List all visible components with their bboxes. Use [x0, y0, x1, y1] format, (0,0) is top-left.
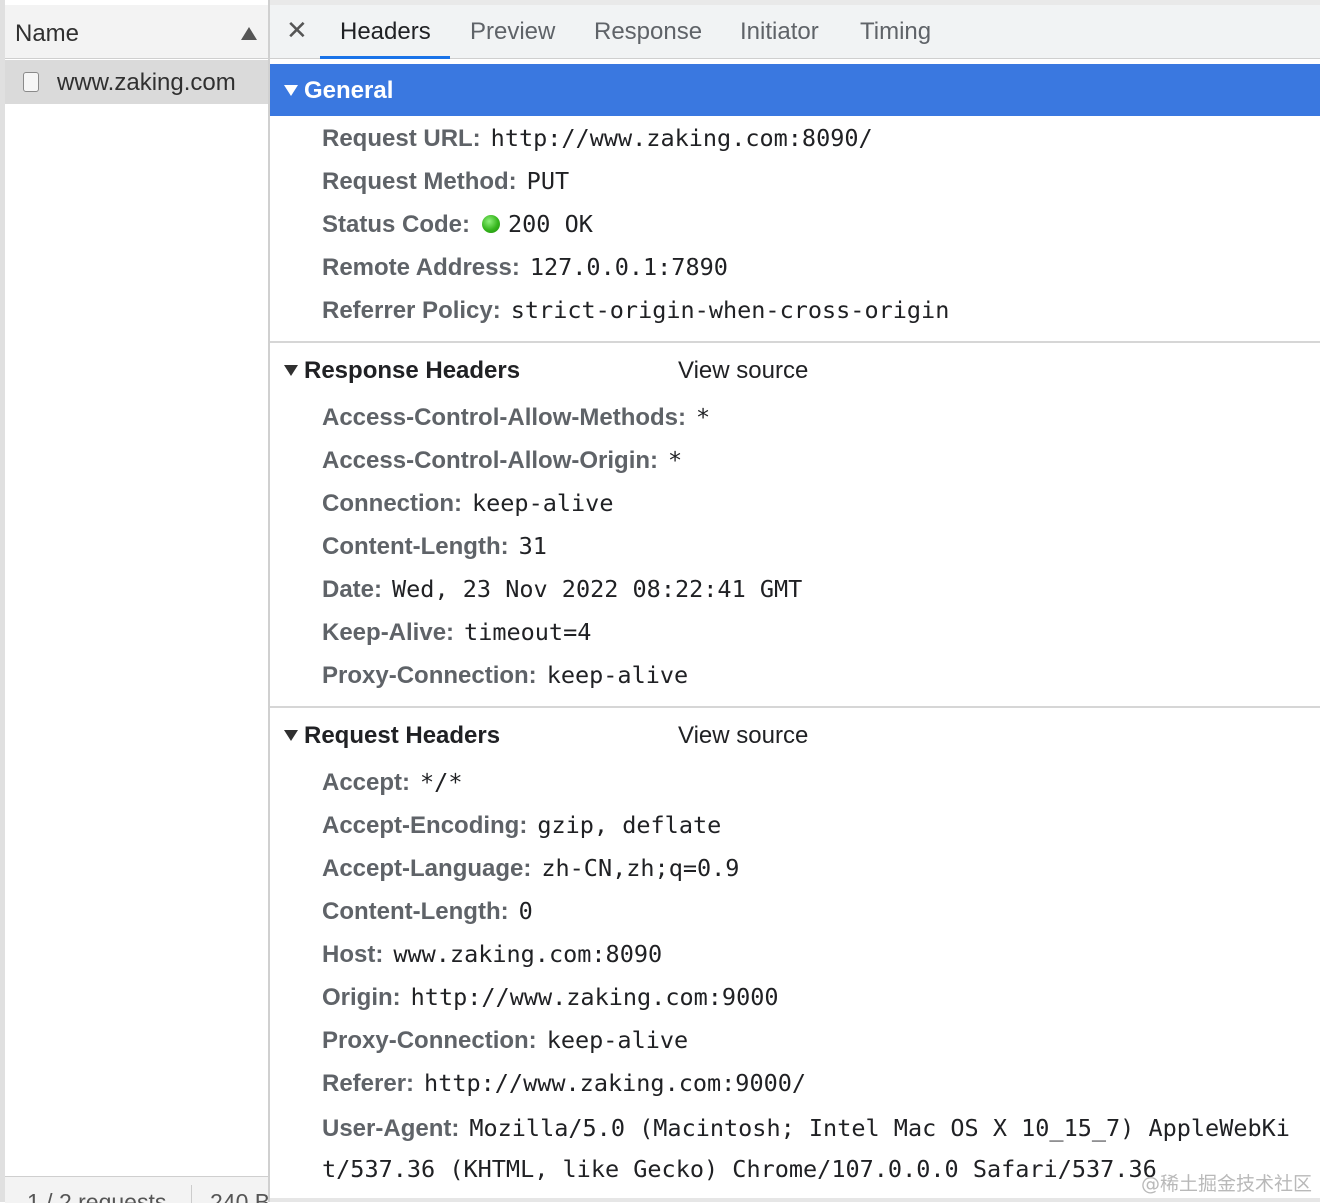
header-value: timeout=4: [464, 618, 592, 646]
status-ok-icon: [482, 215, 501, 233]
expand-triangle-icon: [284, 730, 298, 741]
header-row-request-url: Request URL: http://www.zaking.com:8090/: [322, 124, 873, 158]
header-row-remote-address: Remote Address: 127.0.0.1:7890: [322, 253, 728, 287]
header-value: *: [696, 403, 711, 431]
request-header-row: Referer: http://www.zaking.com:9000/: [322, 1069, 806, 1103]
requests-count: 1 / 2 requests: [27, 1189, 167, 1203]
header-name: Host:: [322, 941, 384, 968]
requests-panel: Name www.zaking.com 1 / 2 requests 240 B: [0, 0, 270, 1203]
header-value: 31: [518, 532, 547, 560]
request-header-row: Accept-Language: zh-CN,zh;q=0.9: [322, 854, 739, 888]
request-header-row: Accept: */*: [322, 768, 462, 802]
header-value: www.zaking.com:8090: [393, 940, 663, 968]
header-name: Accept:: [322, 769, 411, 796]
footer-divider: [191, 1185, 192, 1203]
header-name: Accept-Language:: [322, 855, 532, 882]
header-value: *: [668, 446, 683, 474]
watermark: @稀土掘金技术社区: [1140, 1173, 1312, 1195]
name-column-header[interactable]: Name: [5, 5, 268, 59]
tab-timing[interactable]: Timing: [860, 18, 931, 46]
request-header-row: Origin: http://www.zaking.com:9000: [322, 983, 779, 1017]
header-name: Connection:: [322, 490, 462, 517]
header-name: Request URL:: [322, 125, 481, 152]
response-header-row: Access-Control-Allow-Methods: *: [322, 403, 710, 437]
request-header-row: Accept-Encoding: gzip, deflate: [322, 811, 721, 845]
tab-preview[interactable]: Preview: [470, 18, 555, 46]
header-row-referrer-policy: Referrer Policy: strict-origin-when-cross…: [322, 296, 949, 330]
header-value: http://www.zaking.com:8090/: [490, 124, 873, 152]
tab-response[interactable]: Response: [594, 18, 702, 46]
view-source-link[interactable]: View source: [678, 357, 808, 385]
request-headers-title: Request Headers: [304, 722, 501, 749]
tab-headers[interactable]: Headers: [340, 18, 431, 46]
header-value: keep-alive: [546, 661, 689, 689]
header-value: 200 OK: [508, 210, 593, 238]
view-source-link[interactable]: View source: [678, 722, 808, 750]
header-name: Date:: [322, 576, 383, 603]
header-value: 0: [518, 897, 533, 925]
request-header-row: Host: www.zaking.com:8090: [322, 940, 662, 974]
header-name: Remote Address:: [322, 254, 520, 281]
general-section-header[interactable]: General: [270, 64, 1320, 116]
request-header-row: Content-Length: 0: [322, 897, 533, 931]
header-name: Content-Length:: [322, 898, 509, 925]
header-row-request-method: Request Method: PUT: [322, 167, 569, 201]
header-value: PUT: [526, 167, 570, 195]
request-header-row: Proxy-Connection: keep-alive: [322, 1026, 688, 1060]
header-value: zh-CN,zh;q=0.9: [541, 854, 740, 882]
request-row[interactable]: www.zaking.com: [5, 60, 268, 104]
header-name: User-Agent:: [322, 1115, 460, 1142]
header-name: Referer:: [322, 1070, 415, 1097]
header-name: Proxy-Connection:: [322, 662, 537, 689]
active-tab-indicator: [320, 56, 450, 59]
transferred-size: 240 B: [210, 1189, 268, 1203]
header-value: http://www.zaking.com:9000/: [424, 1069, 807, 1097]
header-value: strict-origin-when-cross-origin: [510, 296, 950, 324]
header-name: Origin:: [322, 984, 401, 1011]
header-row-status-code: Status Code: 200 OK: [322, 210, 593, 244]
response-header-row: Access-Control-Allow-Origin: *: [322, 446, 682, 480]
header-name: Keep-Alive:: [322, 619, 455, 646]
request-checkbox[interactable]: [23, 72, 39, 92]
header-name: Referrer Policy:: [322, 297, 501, 324]
header-value: 127.0.0.1:7890: [529, 253, 728, 281]
header-name: Access-Control-Allow-Origin:: [322, 447, 659, 474]
header-name: Request Method:: [322, 168, 517, 195]
response-header-row: Date: Wed, 23 Nov 2022 08:22:41 GMT: [322, 575, 802, 609]
general-title: General: [304, 77, 394, 104]
name-column-label: Name: [15, 20, 80, 47]
response-header-row: Connection: keep-alive: [322, 489, 613, 523]
header-name: Access-Control-Allow-Methods:: [322, 404, 687, 431]
request-headers-section-header[interactable]: Request Headers View source: [270, 710, 1320, 760]
header-value: keep-alive: [546, 1026, 689, 1054]
response-header-row: Keep-Alive: timeout=4: [322, 618, 591, 652]
tab-initiator[interactable]: Initiator: [740, 18, 819, 46]
header-value: Wed, 23 Nov 2022 08:22:41 GMT: [392, 575, 803, 603]
header-name: Proxy-Connection:: [322, 1027, 537, 1054]
close-icon[interactable]: ✕: [286, 15, 308, 46]
header-value: gzip, deflate: [537, 811, 722, 839]
sort-ascending-icon[interactable]: [241, 27, 257, 40]
response-headers-title: Response Headers: [304, 357, 521, 384]
expand-triangle-icon: [284, 365, 298, 376]
response-header-row: Proxy-Connection: keep-alive: [322, 661, 688, 695]
status-footer: 1 / 2 requests 240 B: [5, 1176, 268, 1203]
section-divider: [270, 706, 1320, 708]
section-divider: [270, 341, 1320, 343]
response-headers-section-header[interactable]: Response Headers View source: [270, 345, 1320, 395]
request-name: www.zaking.com: [57, 69, 236, 96]
header-value: */*: [420, 768, 463, 796]
expand-triangle-icon: [284, 85, 298, 96]
response-header-row: Content-Length: 31: [322, 532, 547, 566]
header-name: Accept-Encoding:: [322, 812, 528, 839]
header-value: http://www.zaking.com:9000: [410, 983, 779, 1011]
detail-tab-bar: ✕ Headers Preview Response Initiator Tim…: [270, 5, 1320, 59]
header-value: keep-alive: [471, 489, 614, 517]
bottom-border: [270, 1198, 1320, 1202]
header-name: Status Code:: [322, 211, 471, 238]
header-name: Content-Length:: [322, 533, 509, 560]
